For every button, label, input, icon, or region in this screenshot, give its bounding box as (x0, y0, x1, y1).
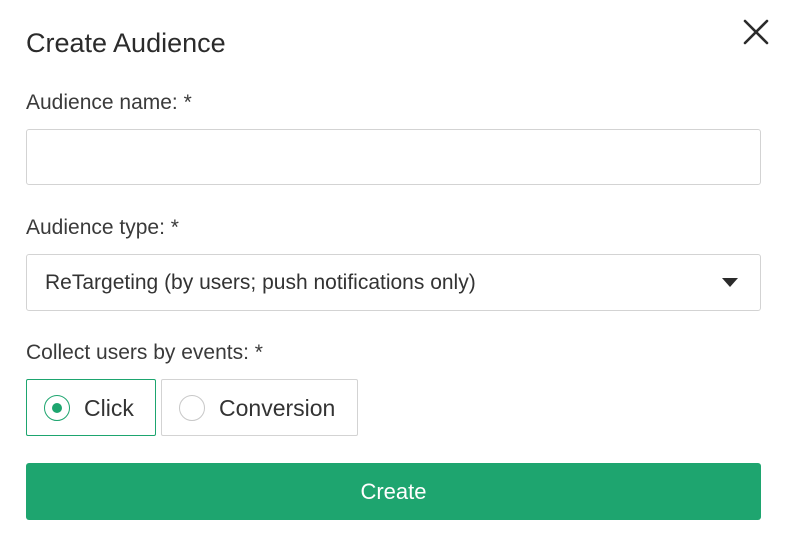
radio-dot (52, 403, 62, 413)
event-option-click[interactable]: Click (26, 379, 156, 436)
create-audience-dialog: Create Audience Audience name: * Audienc… (0, 0, 790, 542)
audience-type-label: Audience type: * (26, 216, 179, 239)
close-icon[interactable] (740, 16, 772, 48)
event-option-label: Conversion (219, 395, 336, 421)
create-button[interactable]: Create (26, 463, 761, 520)
radio-unchecked-icon (179, 395, 205, 421)
collect-events-label: Collect users by events: * (26, 341, 263, 364)
event-option-label: Click (84, 395, 134, 421)
audience-type-value: ReTargeting (by users; push notification… (45, 271, 476, 294)
audience-name-label: Audience name: * (26, 91, 192, 114)
caret-down-icon (722, 278, 738, 287)
radio-checked-icon (44, 395, 70, 421)
audience-name-input[interactable] (26, 129, 761, 185)
audience-type-select[interactable]: ReTargeting (by users; push notification… (26, 254, 761, 311)
dialog-title: Create Audience (26, 28, 226, 58)
event-option-conversion[interactable]: Conversion (161, 379, 358, 436)
